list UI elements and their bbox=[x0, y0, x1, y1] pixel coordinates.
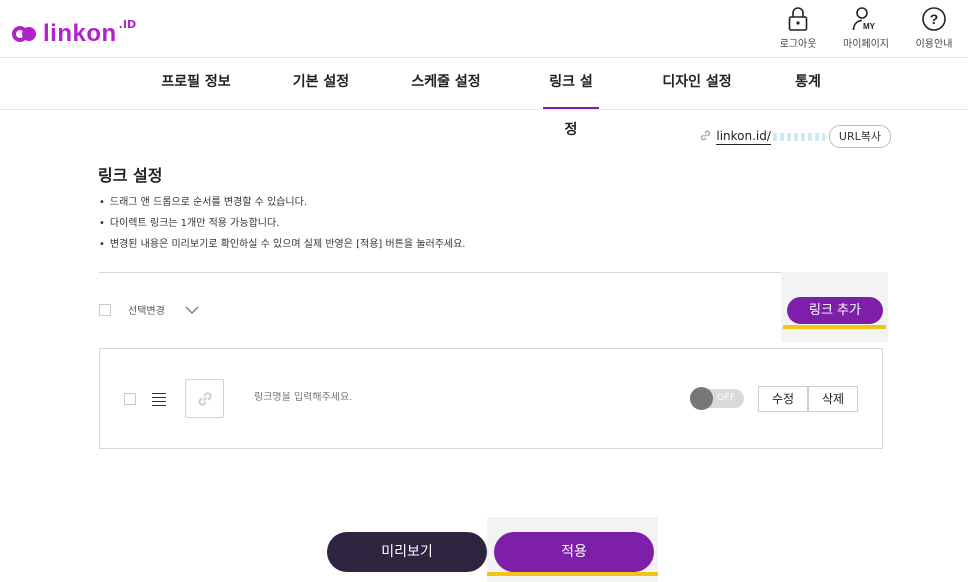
mypage-label: 마이페이지 bbox=[843, 39, 889, 50]
logout-button[interactable]: 로그아웃 bbox=[764, 4, 832, 50]
highlight-underline bbox=[783, 325, 886, 329]
link-name-input[interactable] bbox=[254, 392, 554, 403]
logo-suffix: .ID bbox=[118, 18, 137, 31]
lock-icon bbox=[764, 4, 832, 34]
profile-url-link[interactable]: linkon.id/ bbox=[716, 129, 771, 145]
top-actions: 로그아웃 MY 마이페이지 ? 이용안내 bbox=[764, 4, 968, 50]
help-label: 이용안내 bbox=[915, 39, 953, 50]
list-toolbar: 선택변경 bbox=[99, 300, 199, 319]
note-item: 드래그 앤 드롭으로 순서를 변경할 수 있습니다. bbox=[99, 195, 465, 216]
mypage-button[interactable]: MY 마이페이지 bbox=[832, 4, 900, 50]
help-notes: 드래그 앤 드롭으로 순서를 변경할 수 있습니다. 다이렉트 링크는 1개만 … bbox=[99, 195, 466, 258]
delete-button[interactable]: 삭제 bbox=[808, 386, 858, 412]
tab-basic-settings[interactable]: 기본 설정 bbox=[292, 58, 350, 109]
chevron-down-icon[interactable] bbox=[185, 300, 199, 319]
drag-handle-icon[interactable] bbox=[152, 393, 166, 409]
preview-button[interactable]: 미리보기 bbox=[327, 532, 487, 572]
logout-label: 로그아웃 bbox=[779, 39, 817, 50]
tab-profile[interactable]: 프로필 정보 bbox=[160, 58, 232, 109]
link-chain-icon bbox=[197, 391, 212, 406]
main-nav: 프로필 정보 기본 설정 스케줄 설정 링크 설정 디자인 설정 통계 bbox=[0, 58, 968, 138]
logo-mark-icon bbox=[12, 25, 39, 43]
help-button[interactable]: ? 이용안내 bbox=[900, 4, 968, 50]
tab-schedule-settings[interactable]: 스케줄 설정 bbox=[410, 58, 482, 109]
svg-text:MY: MY bbox=[863, 22, 876, 31]
svg-text:?: ? bbox=[930, 11, 939, 27]
header: linkon .ID 로그아웃 MY 마이페이지 ? 이용안내 bbox=[0, 0, 968, 58]
note-item: 다이렉트 링크는 1개만 적용 가능합니다. bbox=[99, 216, 465, 237]
tab-design-settings[interactable]: 디자인 설정 bbox=[661, 58, 733, 109]
apply-button[interactable]: 적용 bbox=[494, 532, 654, 572]
toggle-state-label: OFF bbox=[717, 393, 736, 403]
note-item: 변경된 내용은 미리보기로 확인하실 수 있으며 실제 반영은 [적용] 버튼을… bbox=[99, 237, 466, 258]
link-active-toggle[interactable]: OFF bbox=[690, 387, 744, 410]
logo[interactable]: linkon .ID bbox=[12, 18, 137, 48]
link-item: OFF 수정 삭제 bbox=[99, 348, 883, 449]
help-icon: ? bbox=[900, 4, 968, 34]
user-my-icon: MY bbox=[832, 4, 900, 34]
profile-url-row: linkon.id/ URL복사 bbox=[699, 125, 891, 148]
add-link-button[interactable]: 링크 추가 bbox=[787, 297, 883, 324]
toggle-knob bbox=[690, 387, 713, 410]
tab-statistics[interactable]: 통계 bbox=[793, 58, 823, 109]
logo-text: linkon bbox=[43, 20, 117, 47]
highlight-underline bbox=[487, 572, 658, 576]
url-redacted bbox=[772, 132, 825, 141]
select-all-checkbox[interactable] bbox=[99, 303, 111, 316]
bulk-change-label: 선택변경 bbox=[128, 306, 165, 317]
apply-area: 적용 bbox=[487, 517, 658, 582]
edit-button[interactable]: 수정 bbox=[758, 386, 808, 412]
page-title: 링크 설정 bbox=[98, 166, 163, 185]
link-item-checkbox[interactable] bbox=[124, 393, 136, 405]
link-thumbnail[interactable] bbox=[185, 379, 224, 418]
url-copy-button[interactable]: URL복사 bbox=[828, 125, 891, 148]
link-icon bbox=[699, 127, 712, 146]
add-link-area: 링크 추가 bbox=[781, 272, 888, 342]
divider bbox=[99, 272, 887, 273]
tab-link-settings[interactable]: 링크 설정 bbox=[543, 58, 599, 138]
